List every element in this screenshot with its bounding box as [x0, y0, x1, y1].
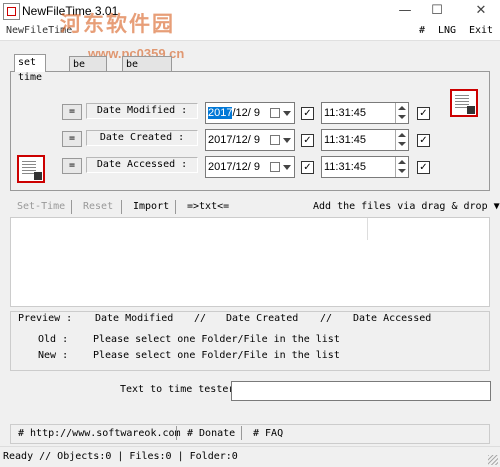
add-files-dropdown[interactable]: Add the files via drag & drop ▼	[313, 201, 500, 212]
date-modified-checkbox[interactable]: ✓	[301, 107, 314, 120]
time-spinner[interactable]	[395, 157, 408, 177]
time-value: 11:31:45	[324, 134, 367, 146]
date-value: 2017/12/ 9	[208, 134, 260, 146]
date-value: 2017/12/ 9	[208, 161, 260, 173]
close-button[interactable]: ✕	[466, 2, 496, 20]
dropdown-arrow-icon: ▼	[493, 201, 500, 212]
time-modified-checkbox[interactable]: ✓	[417, 107, 430, 120]
calendar-icon	[270, 108, 280, 118]
website-link[interactable]: # http://www.softwareok.com	[18, 428, 181, 439]
file-list[interactable]	[10, 217, 490, 307]
toolbar-separator	[71, 200, 72, 214]
date-modified-picker[interactable]: 2017/12/ 9	[205, 102, 295, 124]
time-accessed-checkbox[interactable]: ✓	[417, 161, 430, 174]
time-spinner[interactable]	[395, 103, 408, 123]
toolbar-separator	[175, 200, 176, 214]
status-text: Ready // Objects:0 | Files:0 | Folder:0	[3, 451, 238, 462]
date-rest: /12/ 9	[232, 107, 261, 119]
preview-separator: //	[320, 313, 333, 324]
tab-set-time[interactable]: set time	[14, 54, 47, 83]
preview-header-accessed: Date Accessed	[353, 313, 432, 324]
time-created-field[interactable]: 11:31:45	[321, 129, 409, 151]
resize-gripper-icon[interactable]	[488, 455, 498, 465]
menu-hotkey[interactable]: #	[419, 25, 425, 36]
new-label: New :	[38, 350, 69, 361]
get-time-icon[interactable]	[17, 155, 45, 183]
tester-input[interactable]	[231, 381, 491, 401]
dropdown-arrow-icon	[283, 111, 291, 116]
link-separator	[176, 426, 177, 440]
menu-exit[interactable]: Exit	[469, 25, 493, 36]
txt-button[interactable]: =>txt<=	[187, 201, 229, 212]
old-label: Old :	[38, 334, 69, 345]
faq-link[interactable]: # FAQ	[253, 428, 283, 439]
time-modified-field[interactable]: 11:31:45	[321, 102, 409, 124]
preview-separator: //	[194, 313, 207, 324]
apply-time-icon[interactable]	[450, 89, 478, 117]
tab-be-older[interactable]: be older	[69, 56, 108, 85]
new-message: Please select one Folder/File in the lis…	[93, 350, 340, 361]
donate-link[interactable]: # Donate	[187, 428, 235, 439]
preview-header: Preview :	[18, 313, 73, 324]
tester-label: Text to time tester	[120, 384, 235, 395]
app-icon[interactable]	[3, 3, 20, 20]
tab-be-younger[interactable]: be younger	[122, 56, 173, 85]
time-accessed-field[interactable]: 11:31:45	[321, 156, 409, 178]
date-accessed-picker[interactable]: 2017/12/ 9	[205, 156, 295, 178]
watermark-site-name: 河东软件园	[60, 13, 175, 36]
dropdown-arrow-icon	[283, 165, 291, 170]
label-date-created: Date Created :	[86, 130, 198, 146]
equal-button-modified[interactable]: =	[62, 104, 82, 120]
minimize-button[interactable]: —	[390, 2, 420, 20]
set-time-button[interactable]: Set-Time	[17, 201, 65, 212]
label-date-modified: Date Modified :	[86, 103, 198, 119]
import-button[interactable]: Import	[133, 201, 169, 212]
time-created-checkbox[interactable]: ✓	[417, 134, 430, 147]
menu-language[interactable]: LNG	[438, 25, 456, 36]
toolbar-separator	[121, 200, 122, 214]
date-created-checkbox[interactable]: ✓	[301, 134, 314, 147]
column-divider	[367, 218, 368, 240]
preview-header-modified: Date Modified	[95, 313, 174, 324]
preview-header-created: Date Created	[226, 313, 299, 324]
add-files-label: Add the files via drag & drop	[313, 201, 488, 212]
time-value: 11:31:45	[324, 107, 367, 119]
equal-button-created[interactable]: =	[62, 131, 82, 147]
time-spinner[interactable]	[395, 130, 408, 150]
reset-button[interactable]: Reset	[83, 201, 113, 212]
label-date-accessed: Date Accessed :	[86, 157, 198, 173]
calendar-icon	[270, 162, 280, 172]
time-value: 11:31:45	[324, 161, 367, 173]
date-created-picker[interactable]: 2017/12/ 9	[205, 129, 295, 151]
equal-button-accessed[interactable]: =	[62, 158, 82, 174]
maximize-button[interactable]: ☐	[422, 2, 452, 20]
link-separator	[241, 426, 242, 440]
date-year-selected: 2017	[208, 107, 233, 119]
dropdown-arrow-icon	[283, 138, 291, 143]
status-bar: Ready // Objects:0 | Files:0 | Folder:0	[0, 446, 500, 467]
old-message: Please select one Folder/File in the lis…	[93, 334, 340, 345]
calendar-icon	[270, 135, 280, 145]
date-accessed-checkbox[interactable]: ✓	[301, 161, 314, 174]
